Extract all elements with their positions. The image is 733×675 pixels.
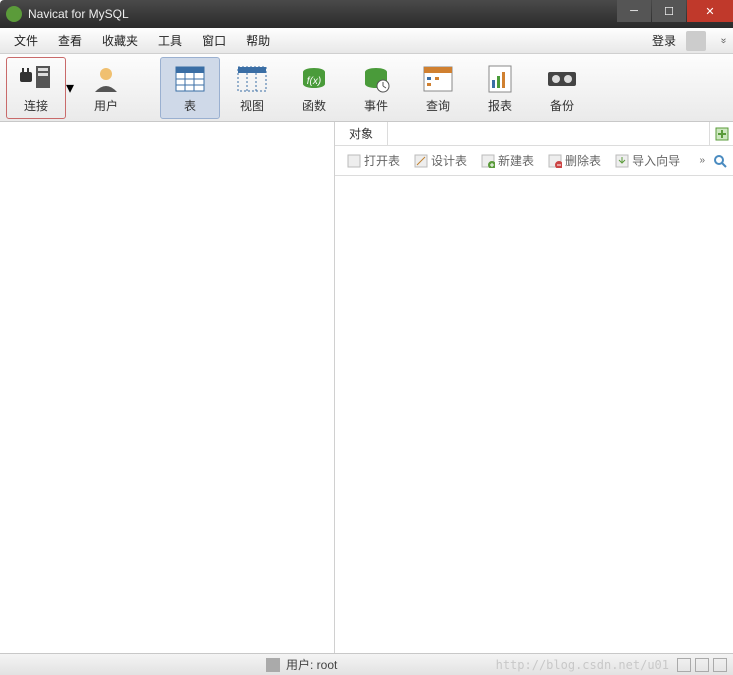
object-pane: 对象 打开表 设计表 新建表 bbox=[335, 122, 733, 653]
menu-tools[interactable]: 工具 bbox=[148, 28, 192, 53]
app-window: Navicat for MySQL ─ ☐ ✕ 文件 查看 收藏夹 工具 窗口 … bbox=[0, 0, 733, 675]
object-action-row: 打开表 设计表 新建表 删除表 导入向导 bbox=[335, 146, 733, 176]
watermark-text: http://blog.csdn.net/u01 bbox=[496, 658, 669, 672]
menu-view[interactable]: 查看 bbox=[48, 28, 92, 53]
view-label: 视图 bbox=[240, 97, 264, 114]
report-label: 报表 bbox=[488, 97, 512, 114]
import-icon bbox=[615, 154, 629, 168]
toolbar-overflow-icon[interactable]: » bbox=[718, 38, 729, 44]
menubar: 文件 查看 收藏夹 工具 窗口 帮助 登录 » bbox=[0, 28, 733, 54]
new-table-icon bbox=[481, 154, 495, 168]
menu-favorites[interactable]: 收藏夹 bbox=[92, 28, 148, 53]
table-button[interactable]: 表 bbox=[160, 57, 220, 119]
open-table-label: 打开表 bbox=[364, 152, 400, 169]
import-label: 导入向导 bbox=[632, 152, 680, 169]
main-toolbar: 连接 ▾ 用户 表 视图 f(x) 函数 bbox=[0, 54, 733, 122]
titlebar[interactable]: Navicat for MySQL ─ ☐ ✕ bbox=[0, 0, 733, 28]
design-table-button[interactable]: 设计表 bbox=[408, 152, 473, 169]
connection-dropdown-icon[interactable]: ▾ bbox=[66, 78, 74, 98]
query-label: 查询 bbox=[426, 97, 450, 114]
event-button[interactable]: 事件 bbox=[346, 57, 406, 119]
event-icon bbox=[361, 61, 391, 97]
user-icon bbox=[91, 61, 121, 97]
open-table-button[interactable]: 打开表 bbox=[341, 152, 406, 169]
view-mode-list-icon[interactable] bbox=[695, 658, 709, 672]
app-icon bbox=[6, 6, 22, 22]
function-label: 函数 bbox=[302, 97, 326, 114]
menu-file[interactable]: 文件 bbox=[4, 28, 48, 53]
plug-server-icon bbox=[18, 61, 54, 97]
connection-label: 连接 bbox=[24, 97, 48, 114]
object-tab[interactable]: 对象 bbox=[335, 122, 388, 145]
new-table-button[interactable]: 新建表 bbox=[475, 152, 540, 169]
delete-table-button[interactable]: 删除表 bbox=[542, 152, 607, 169]
search-icon[interactable] bbox=[713, 154, 727, 168]
connection-button[interactable]: 连接 bbox=[6, 57, 66, 119]
user-label: 用户 bbox=[94, 97, 118, 114]
object-list-area[interactable] bbox=[335, 176, 733, 653]
view-icon bbox=[236, 61, 268, 97]
user-button[interactable]: 用户 bbox=[76, 57, 136, 119]
view-mode-grid-icon[interactable] bbox=[677, 658, 691, 672]
close-button[interactable]: ✕ bbox=[687, 0, 733, 22]
report-button[interactable]: 报表 bbox=[470, 57, 530, 119]
action-overflow-icon[interactable]: » bbox=[699, 155, 705, 166]
object-search-input[interactable] bbox=[388, 122, 709, 145]
window-controls: ─ ☐ ✕ bbox=[617, 0, 733, 28]
user-avatar-icon[interactable] bbox=[686, 31, 706, 51]
maximize-button[interactable]: ☐ bbox=[652, 0, 686, 22]
svg-text:f(x): f(x) bbox=[307, 76, 321, 87]
report-icon bbox=[486, 61, 514, 97]
import-wizard-button[interactable]: 导入向导 bbox=[609, 152, 686, 169]
status-icon bbox=[266, 658, 280, 672]
object-tab-row: 对象 bbox=[335, 122, 733, 146]
design-table-icon bbox=[414, 154, 428, 168]
view-mode-detail-icon[interactable] bbox=[713, 658, 727, 672]
delete-table-label: 删除表 bbox=[565, 152, 601, 169]
menu-help[interactable]: 帮助 bbox=[236, 28, 280, 53]
design-table-label: 设计表 bbox=[431, 152, 467, 169]
backup-icon bbox=[546, 61, 578, 97]
view-mode-switcher bbox=[677, 658, 727, 672]
view-button[interactable]: 视图 bbox=[222, 57, 282, 119]
window-title: Navicat for MySQL bbox=[28, 7, 617, 21]
status-user-label: 用户: root bbox=[286, 656, 337, 673]
backup-button[interactable]: 备份 bbox=[532, 57, 592, 119]
add-object-icon[interactable] bbox=[709, 122, 733, 145]
query-icon bbox=[422, 61, 454, 97]
event-label: 事件 bbox=[364, 97, 388, 114]
menu-window[interactable]: 窗口 bbox=[192, 28, 236, 53]
open-table-icon bbox=[347, 154, 361, 168]
minimize-button[interactable]: ─ bbox=[617, 0, 651, 22]
table-icon bbox=[174, 61, 206, 97]
function-button[interactable]: f(x) 函数 bbox=[284, 57, 344, 119]
login-link[interactable]: 登录 bbox=[646, 32, 682, 49]
delete-table-icon bbox=[548, 154, 562, 168]
statusbar: 用户: root http://blog.csdn.net/u01 bbox=[0, 653, 733, 675]
connection-tree-pane[interactable] bbox=[0, 122, 335, 653]
content-area: 对象 打开表 设计表 新建表 bbox=[0, 122, 733, 653]
function-icon: f(x) bbox=[299, 61, 329, 97]
new-table-label: 新建表 bbox=[498, 152, 534, 169]
query-button[interactable]: 查询 bbox=[408, 57, 468, 119]
table-label: 表 bbox=[184, 97, 196, 114]
backup-label: 备份 bbox=[550, 97, 574, 114]
